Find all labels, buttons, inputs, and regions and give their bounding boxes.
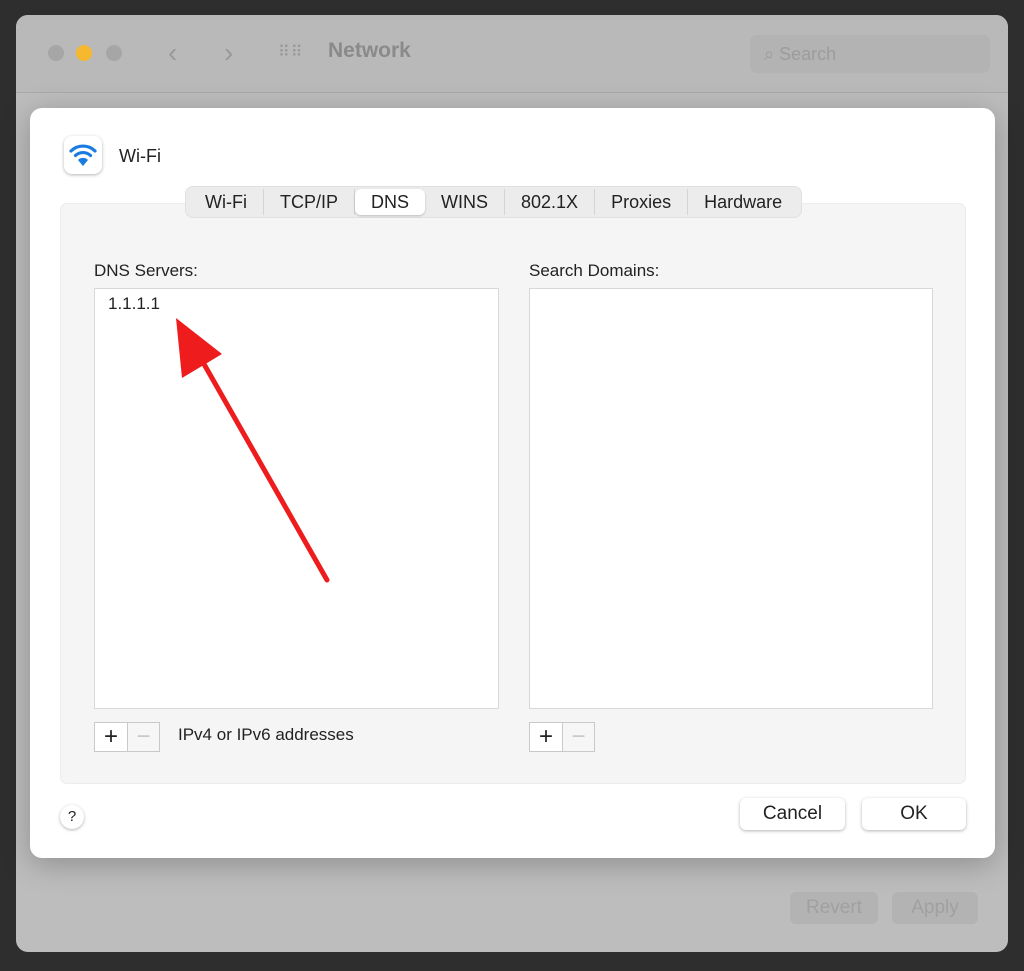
annotation-arrow-icon bbox=[176, 318, 330, 583]
